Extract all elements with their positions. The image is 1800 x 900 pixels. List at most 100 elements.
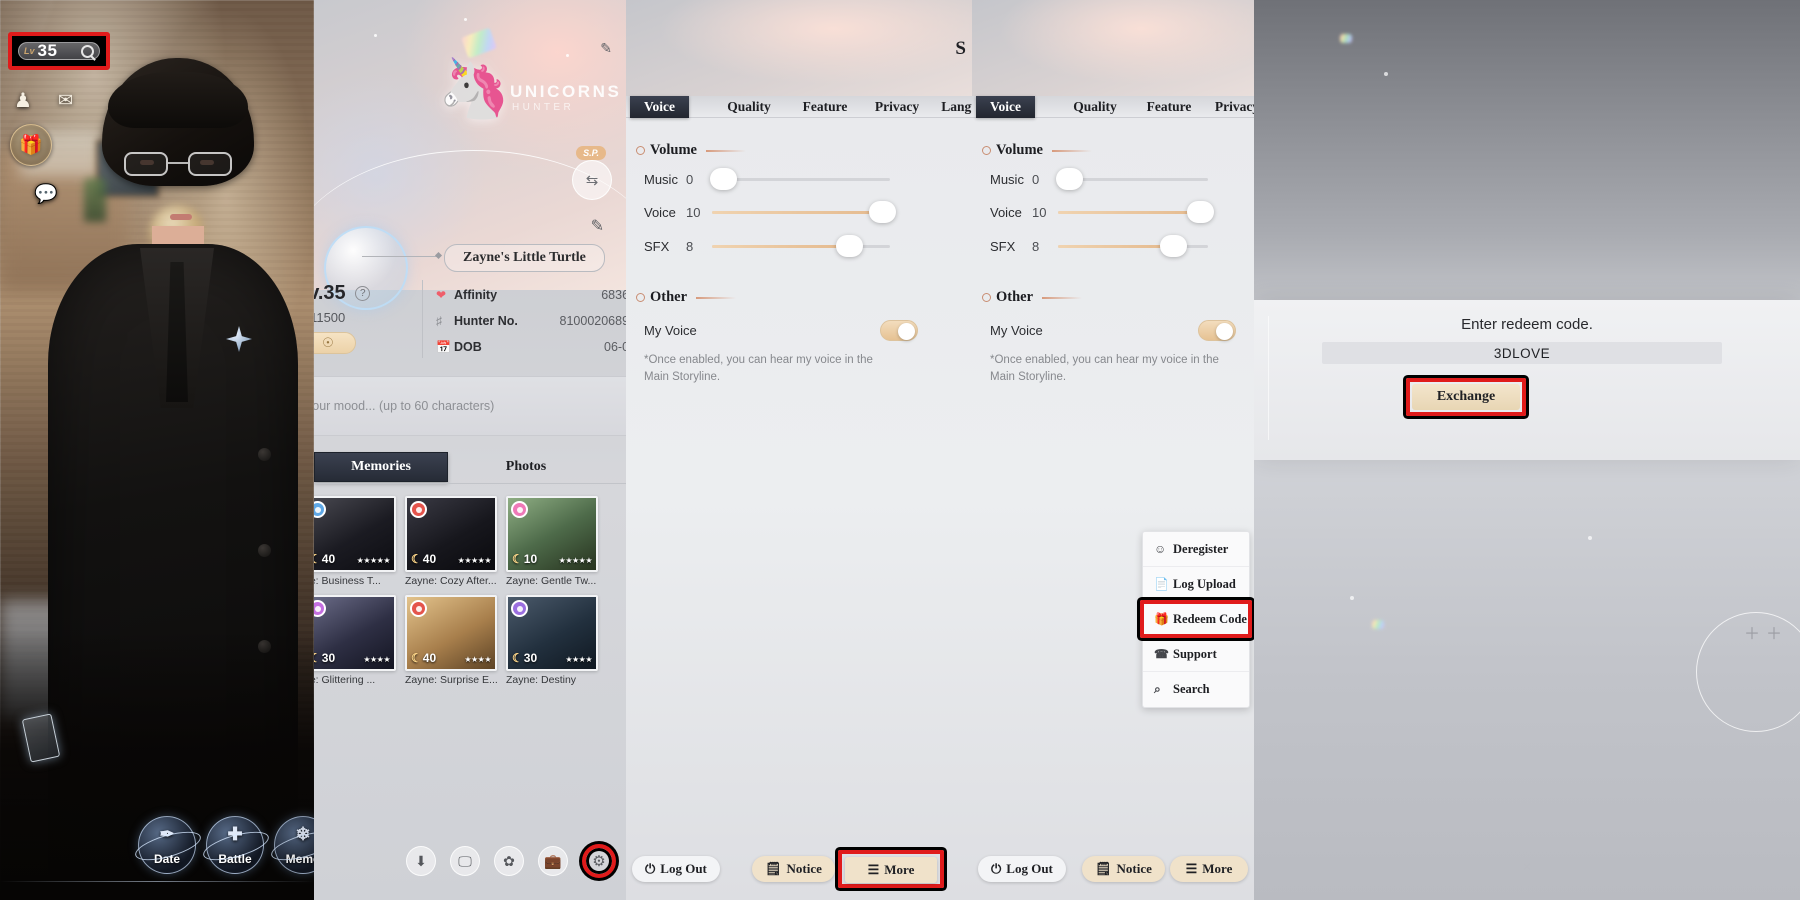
slider-knob[interactable] (1056, 168, 1083, 190)
nav-button-date[interactable]: ✒ Date (132, 816, 204, 874)
memory-thumbnail: ☾40 ★★★★ (405, 595, 497, 671)
memory-card[interactable]: ☾40 ★★★★ Zayne: Surprise E... (405, 595, 497, 686)
slider-sfx[interactable] (1058, 235, 1208, 257)
briefcase-icon[interactable]: 💼 (538, 846, 568, 876)
memory-card[interactable]: ☾30 ★★★★ ne: Glittering ... (314, 595, 396, 686)
slider-voice[interactable] (1058, 201, 1214, 223)
redeem-code-input[interactable]: 3DLOVE (1322, 342, 1722, 364)
sp-tag: S.P. (576, 146, 606, 160)
mood-input-box[interactable]: your mood... (up to 60 characters) (314, 376, 626, 436)
mood-placeholder: your mood... (up to 60 characters) (314, 399, 495, 413)
memory-stars: ★★★★★ (457, 556, 492, 565)
menu-label-deregister: Deregister (1173, 541, 1229, 556)
notice-label: Notice (1116, 861, 1152, 876)
edit-banner-icon[interactable]: ✎ (591, 216, 604, 236)
toggle-my-voice[interactable] (1198, 320, 1236, 341)
help-icon[interactable]: ? (355, 286, 371, 301)
log-out-button[interactable]: ⏻ Log Out (632, 856, 720, 882)
menu-item-log-upload[interactable]: 📄 Log Upload (1143, 567, 1249, 602)
close-icon[interactable]: ✕ (1522, 860, 1532, 874)
section-label-other: Other (650, 289, 688, 305)
memory-level: ☾30 (314, 651, 335, 665)
switch-pose-button[interactable]: ⇆ (572, 160, 612, 200)
prism-flare (461, 27, 497, 59)
floor-light-line (0, 881, 314, 882)
stat-row-dob: 📅 DOB 06-05 ✎ (436, 334, 626, 360)
slider-knob[interactable] (710, 168, 737, 190)
notice-button[interactable]: 🗒 Notice (752, 856, 835, 882)
gift-icon[interactable]: 🎁 (10, 124, 52, 166)
tab-feature[interactable]: Feature (1132, 96, 1206, 118)
monitor-icon[interactable]: 🖵 (450, 846, 480, 876)
settings-gear-button-highlight[interactable]: ⚙ (582, 844, 616, 878)
tab-privacy[interactable]: Privacy (1202, 96, 1254, 118)
menu-item-deregister[interactable]: ☺ Deregister (1143, 532, 1249, 567)
more-button[interactable]: ☰ More (1170, 856, 1248, 882)
log-out-button[interactable]: ⏻ Log Out (978, 856, 1066, 882)
memory-level-value: 40 (422, 552, 437, 566)
memory-level-value: 40 (321, 552, 336, 566)
section-header-volume: Volume (636, 142, 746, 159)
tab-quality[interactable]: Quality (714, 96, 784, 118)
slider-row-voice: Voice 10 (644, 201, 964, 223)
slider-label-voice: Voice (990, 205, 1022, 220)
nav-button-memo[interactable]: ❄ Memo (268, 816, 314, 874)
slider-knob[interactable] (1160, 235, 1187, 257)
memory-card[interactable]: ☾40 ★★★★★ ne: Business T... (314, 496, 396, 587)
memory-name: Zayne: Cozy After... (405, 575, 497, 587)
notice-icon: 🗒 (1095, 861, 1112, 876)
tab-language[interactable]: Langu (930, 96, 972, 118)
tab-feature[interactable]: Feature (788, 96, 862, 118)
slider-label-music: Music (990, 172, 1024, 187)
dialog-left-edge (1268, 316, 1274, 440)
settings-gear-icon: ⚙ (592, 853, 606, 870)
toggle-my-voice[interactable] (880, 320, 918, 341)
slider-value-music: 0 (686, 172, 694, 187)
slider-knob[interactable] (1187, 201, 1214, 223)
download-icon[interactable]: ⬇ (406, 846, 436, 876)
zoom-out-icon[interactable]: ＋ (1766, 620, 1782, 644)
slider-knob[interactable] (869, 201, 896, 223)
memory-badge (410, 600, 427, 617)
slider-value-music: 0 (1032, 172, 1040, 187)
character-lips (170, 214, 192, 220)
badge-icon[interactable]: ✿ (494, 846, 524, 876)
slider-knob[interactable] (836, 235, 863, 257)
notice-button[interactable]: 🗒 Notice (1082, 856, 1165, 882)
add-friend-icon[interactable]: ♟ (14, 88, 32, 113)
exchange-button[interactable]: Exchange (1412, 384, 1520, 410)
settings-tabbar: Voice Quality Feature Privacy Langu (626, 96, 972, 118)
mail-icon[interactable]: ✉ (58, 90, 73, 111)
slider-value-voice: 10 (686, 205, 701, 220)
level-search-bar[interactable]: Lv 35 (18, 41, 100, 60)
tab-voice[interactable]: Voice (630, 96, 689, 118)
tab-memories[interactable]: Memories (314, 452, 448, 482)
search-icon[interactable] (81, 44, 94, 58)
heart-icon: ❤ (436, 288, 447, 302)
slider-sfx[interactable] (712, 235, 890, 257)
slider-voice[interactable] (712, 201, 896, 223)
memory-card[interactable]: ☾40 ★★★★★ Zayne: Cozy After... (405, 496, 497, 587)
tab-privacy[interactable]: Privacy (862, 96, 932, 118)
tab-quality[interactable]: Quality (1060, 96, 1130, 118)
menu-item-support[interactable]: ☎ Support (1143, 637, 1249, 672)
profile-name-chip[interactable]: Zayne's Little Turtle (444, 244, 605, 272)
memory-level: ☾40 (411, 552, 436, 566)
slider-music[interactable] (710, 168, 890, 190)
logo-title: UNICORNS (510, 82, 622, 101)
zoom-in-icon[interactable]: ＋ (1744, 620, 1760, 644)
nav-button-battle[interactable]: ✚ Battle (200, 816, 272, 874)
memory-card[interactable]: ☾10 ★★★★★ Zayne: Gentle Tw... (506, 496, 598, 587)
tab-photos[interactable]: Photos (466, 452, 586, 482)
edit-mood-icon[interactable]: ✎ (600, 40, 612, 57)
panel-home-screen: Lv 35 ♟ ✉ 🎁 💬 ✒ Date ✚ Battle ❄ Mem (0, 0, 314, 900)
slider-row-music: Music 0 (644, 168, 964, 190)
menu-item-search[interactable]: ⌕ Search (1143, 672, 1249, 707)
profile-title-pill[interactable]: ☉ (314, 332, 356, 354)
chat-icon[interactable]: 💬 (34, 182, 58, 206)
more-button[interactable]: ☰ More (845, 857, 937, 883)
tab-voice[interactable]: Voice (976, 96, 1035, 118)
memory-card[interactable]: ☾30 ★★★★ Zayne: Destiny (506, 595, 598, 686)
section-label-volume: Volume (996, 142, 1043, 158)
slider-music[interactable] (1056, 168, 1208, 190)
